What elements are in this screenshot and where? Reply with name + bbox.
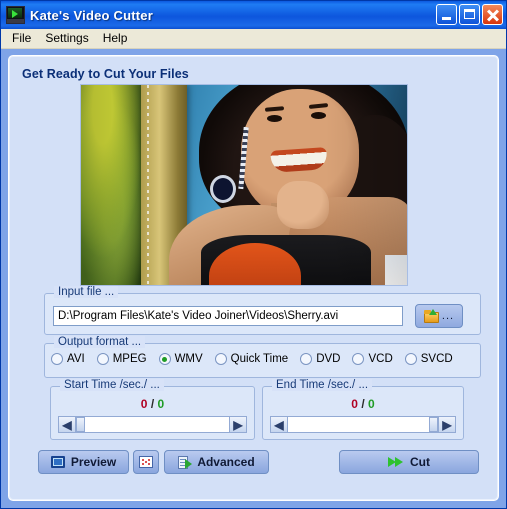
page-title: Get Ready to Cut Your Files [22, 67, 189, 81]
radio-label: MPEG [112, 353, 147, 365]
input-file-legend: Input file ... [54, 286, 119, 298]
menu-item-help[interactable]: Help [98, 30, 137, 47]
end-time-separator: / [361, 397, 365, 411]
radio-label: SVCD [420, 353, 453, 365]
dice-icon [139, 456, 153, 468]
input-file-group: Input file ... ... [44, 286, 481, 335]
snapshot-button[interactable] [133, 450, 159, 474]
output-format-legend: Output format ... [54, 336, 146, 348]
radio-wmv[interactable]: WMV [158, 353, 203, 365]
radio-dot-icon [158, 353, 171, 365]
start-time-left-arrow[interactable]: ◀ [58, 416, 76, 433]
minimize-button[interactable] [436, 4, 457, 25]
monitor-icon [50, 456, 65, 468]
end-time-right-arrow[interactable]: ▶ [438, 416, 456, 433]
end-time-current: 0 [351, 397, 358, 411]
radio-dot-icon [51, 353, 63, 365]
input-file-field[interactable] [53, 306, 403, 326]
preview-button-label: Preview [70, 455, 117, 469]
menu-item-settings[interactable]: Settings [40, 30, 97, 47]
start-time-total: 0 [157, 397, 165, 411]
end-time-slider[interactable]: ◀ ▶ [270, 416, 456, 433]
radio-dvd[interactable]: DVD [300, 353, 340, 365]
document-arrow-icon [178, 455, 193, 469]
start-time-current: 0 [140, 397, 148, 411]
video-frame-image [81, 85, 407, 285]
start-time-right-arrow[interactable]: ▶ [229, 416, 247, 433]
end-time-readout: 0 / 0 [263, 397, 463, 411]
start-time-group: Start Time /sec./ ... 0 / 0 ◀ ▶ [50, 379, 255, 440]
end-time-legend: End Time /sec./ ... [272, 379, 373, 391]
radio-label: Quick Time [230, 353, 289, 365]
radio-dot-icon [214, 353, 227, 365]
radio-vcd[interactable]: VCD [352, 353, 393, 365]
end-time-group: End Time /sec./ ... 0 / 0 ◀ ▶ [262, 379, 464, 440]
fast-forward-icon [388, 456, 404, 468]
video-preview[interactable] [80, 84, 408, 286]
radio-label: VCD [368, 353, 393, 365]
application-window: Kate's Video Cutter File Settings Help G… [0, 0, 507, 509]
end-time-thumb[interactable] [429, 417, 438, 432]
main-panel: Get Ready to Cut Your Files Input file .… [8, 55, 499, 501]
radio-quick-time[interactable]: Quick Time [214, 353, 289, 365]
start-time-track[interactable] [76, 416, 229, 433]
end-time-track[interactable] [288, 416, 438, 433]
end-time-total: 0 [368, 397, 375, 411]
window-title: Kate's Video Cutter [30, 7, 153, 23]
start-time-thumb[interactable] [76, 417, 85, 432]
maximize-button[interactable] [459, 4, 480, 25]
radio-dot-icon [352, 353, 365, 365]
start-time-readout: 0 / 0 [51, 397, 254, 411]
menu-bar: File Settings Help [1, 29, 506, 49]
open-folder-icon [423, 308, 439, 323]
start-time-slider[interactable]: ◀ ▶ [58, 416, 247, 433]
radio-svcd[interactable]: SVCD [404, 353, 453, 365]
video-play-icon [6, 6, 25, 24]
window-controls [436, 4, 503, 25]
cut-button-label: Cut [410, 455, 430, 469]
cut-button[interactable]: Cut [339, 450, 479, 474]
advanced-button[interactable]: Advanced [164, 450, 269, 474]
close-button[interactable] [482, 4, 503, 25]
preview-button[interactable]: Preview [38, 450, 129, 474]
radio-label: AVI [67, 353, 85, 365]
radio-mpeg[interactable]: MPEG [96, 353, 147, 365]
radio-avi[interactable]: AVI [51, 353, 85, 365]
radio-label: DVD [316, 353, 341, 365]
radio-dot-icon [96, 353, 109, 365]
end-time-left-arrow[interactable]: ◀ [270, 416, 288, 433]
window-body: Get Ready to Cut Your Files Input file .… [1, 49, 506, 508]
title-bar: Kate's Video Cutter [1, 1, 506, 29]
browse-button[interactable]: ... [415, 304, 463, 328]
start-time-legend: Start Time /sec./ ... [60, 379, 164, 391]
advanced-button-label: Advanced [197, 455, 255, 469]
radio-dot-icon [300, 353, 313, 365]
radio-label: WMV [174, 353, 203, 365]
browse-ellipsis: ... [441, 310, 455, 322]
output-format-group: Output format ... AVI MPEG WMV Quick Tim… [44, 336, 481, 378]
radio-dot-icon [404, 353, 417, 365]
output-format-radio-group: AVI MPEG WMV Quick Time DVD VCD SVCD [51, 353, 476, 365]
start-time-separator: / [150, 397, 155, 411]
menu-item-file[interactable]: File [7, 30, 40, 47]
